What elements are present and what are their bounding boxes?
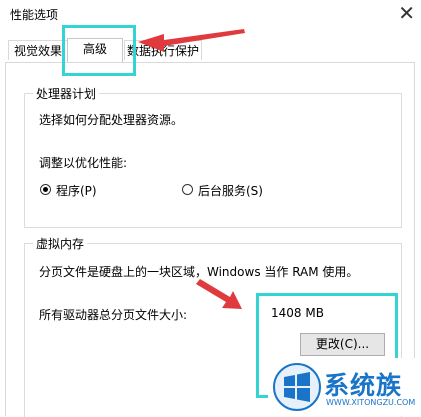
watermark-brand: 系统族 <box>324 371 403 400</box>
annotation-arrows <box>138 29 245 309</box>
watermark-url: WWW.XITONGZU.COM <box>326 398 416 407</box>
arrow-to-tab <box>138 29 245 52</box>
arrow-to-value <box>196 279 242 309</box>
windows-logo-icon <box>273 363 321 411</box>
performance-options-window: 性能选项 ✕ 视觉效果 数据执行保护 高级 处理器计划 选择如何分配处理器资源。… <box>0 0 421 417</box>
watermark-logo: 系统族 WWW.XITONGZU.COM <box>268 358 421 416</box>
